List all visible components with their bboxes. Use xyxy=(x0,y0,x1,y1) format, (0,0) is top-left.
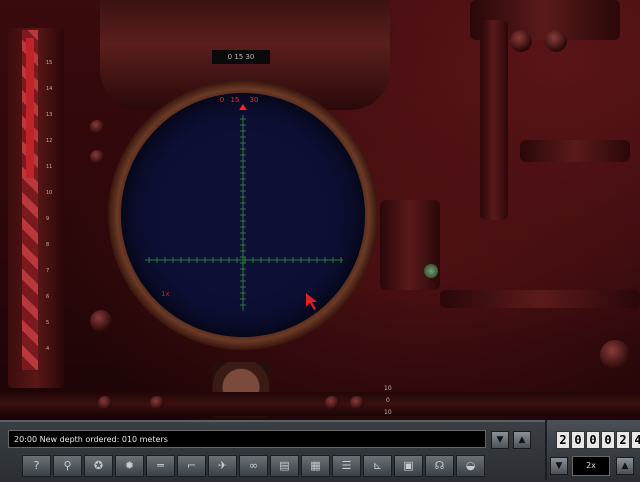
bearing-tick-label: 30 xyxy=(250,96,259,104)
depth-scale-label: 14 xyxy=(46,86,53,92)
time-compression-down-button[interactable]: ▼ xyxy=(550,457,568,475)
binoculars-button[interactable]: ∞ xyxy=(239,455,268,477)
binoculars-icon: ∞ xyxy=(248,459,259,472)
deck-gun-icon: ⌐ xyxy=(186,459,197,472)
depth-scale: 15 14 13 12 11 10 9 8 7 6 5 4 xyxy=(44,40,64,380)
gear-icon: ✹ xyxy=(124,459,135,472)
depth-scale-label: 6 xyxy=(46,294,50,300)
deck-gun-button[interactable]: ⌐ xyxy=(177,455,206,477)
depth-scale-label: 10 xyxy=(46,190,53,196)
counter-digit: 0 xyxy=(586,431,600,449)
torpedo-button[interactable]: ═ xyxy=(146,455,175,477)
crosshair-reticle: 0 15 30 1x xyxy=(145,96,343,311)
message-log: 20:00 New depth ordered: 010 meters xyxy=(8,430,486,448)
status-light xyxy=(424,264,438,278)
counter-digit: 2 xyxy=(616,431,630,449)
log-button[interactable]: ☰ xyxy=(332,455,361,477)
bearing-tick-label: 15 xyxy=(231,96,240,104)
help-button[interactable]: ? xyxy=(22,455,51,477)
depth-scale-label: 7 xyxy=(46,268,50,274)
depth-scale-label: 11 xyxy=(46,164,53,170)
engine-icon: ▣ xyxy=(403,459,414,472)
depth-indicator xyxy=(26,38,34,178)
depth-scale-label: 9 xyxy=(46,216,50,222)
counter-digit: 4 xyxy=(631,431,640,449)
counter-digit: 0 xyxy=(601,431,615,449)
station-toolbar: ? ⚲ ✪ ✹ ═ ⌐ ✈ ∞ ▤ ▦ ☰ ⊾ ▣ ☊ ◒ xyxy=(22,455,485,477)
crew-icon: ✪ xyxy=(93,459,104,472)
engine-button[interactable]: ▣ xyxy=(394,455,423,477)
periscope-button[interactable]: ⚲ xyxy=(53,455,82,477)
time-counter: 200024 xyxy=(556,431,640,449)
captain-hat-icon: ◒ xyxy=(465,459,476,472)
depth-scale-label: 4 xyxy=(46,346,50,352)
radio-icon: ▤ xyxy=(279,459,290,472)
headphones-button[interactable]: ☊ xyxy=(425,455,454,477)
counter-digit: 2 xyxy=(556,431,570,449)
aircraft-icon: ✈ xyxy=(217,459,228,472)
bearing-marker xyxy=(239,104,247,110)
depth-scale-label: 15 xyxy=(46,60,53,66)
chart-icon: ▦ xyxy=(310,459,321,472)
depth-scale-label: 13 xyxy=(46,112,53,118)
bearing-tick-label: 0 xyxy=(220,96,224,104)
compass-button[interactable]: ⊾ xyxy=(363,455,392,477)
counter-digit: 0 xyxy=(571,431,585,449)
captain-hat-button[interactable]: ◒ xyxy=(456,455,485,477)
handrail xyxy=(0,392,640,416)
compass-icon: ⊾ xyxy=(372,459,383,472)
periscope-view[interactable]: 0 15 30 1x xyxy=(121,93,365,337)
log-icon: ☰ xyxy=(341,459,352,472)
depth-scale-label: 12 xyxy=(46,138,53,144)
help-icon: ? xyxy=(33,459,40,472)
aircraft-button[interactable]: ✈ xyxy=(208,455,237,477)
chart-button[interactable]: ▦ xyxy=(301,455,330,477)
depth-scale-label: 8 xyxy=(46,242,50,248)
headphones-icon: ☊ xyxy=(434,459,445,472)
torpedo-icon: ═ xyxy=(157,459,164,472)
radio-button[interactable]: ▤ xyxy=(270,455,299,477)
bearing-readout: 0 15 30 xyxy=(212,50,270,64)
submarine-interior: 0 15 30 15 14 13 12 11 10 9 8 7 6 5 4 0 15 30 1x 10 0 … xyxy=(0,0,640,420)
periscope-icon: ⚲ xyxy=(63,459,72,472)
mouse-cursor xyxy=(306,293,317,310)
gear-button[interactable]: ✹ xyxy=(115,455,144,477)
depth-scale-label: 5 xyxy=(46,320,50,326)
message-scroll-up-button[interactable]: ▲ xyxy=(513,431,531,449)
magnification-label: 1x xyxy=(161,290,170,298)
message-scroll-down-button[interactable]: ▼ xyxy=(491,431,509,449)
side-scale: 10 0 10 xyxy=(384,385,392,416)
time-compression-up-button[interactable]: ▲ xyxy=(616,457,634,475)
crew-button[interactable]: ✪ xyxy=(84,455,113,477)
time-compression-readout: 2x xyxy=(572,456,610,476)
